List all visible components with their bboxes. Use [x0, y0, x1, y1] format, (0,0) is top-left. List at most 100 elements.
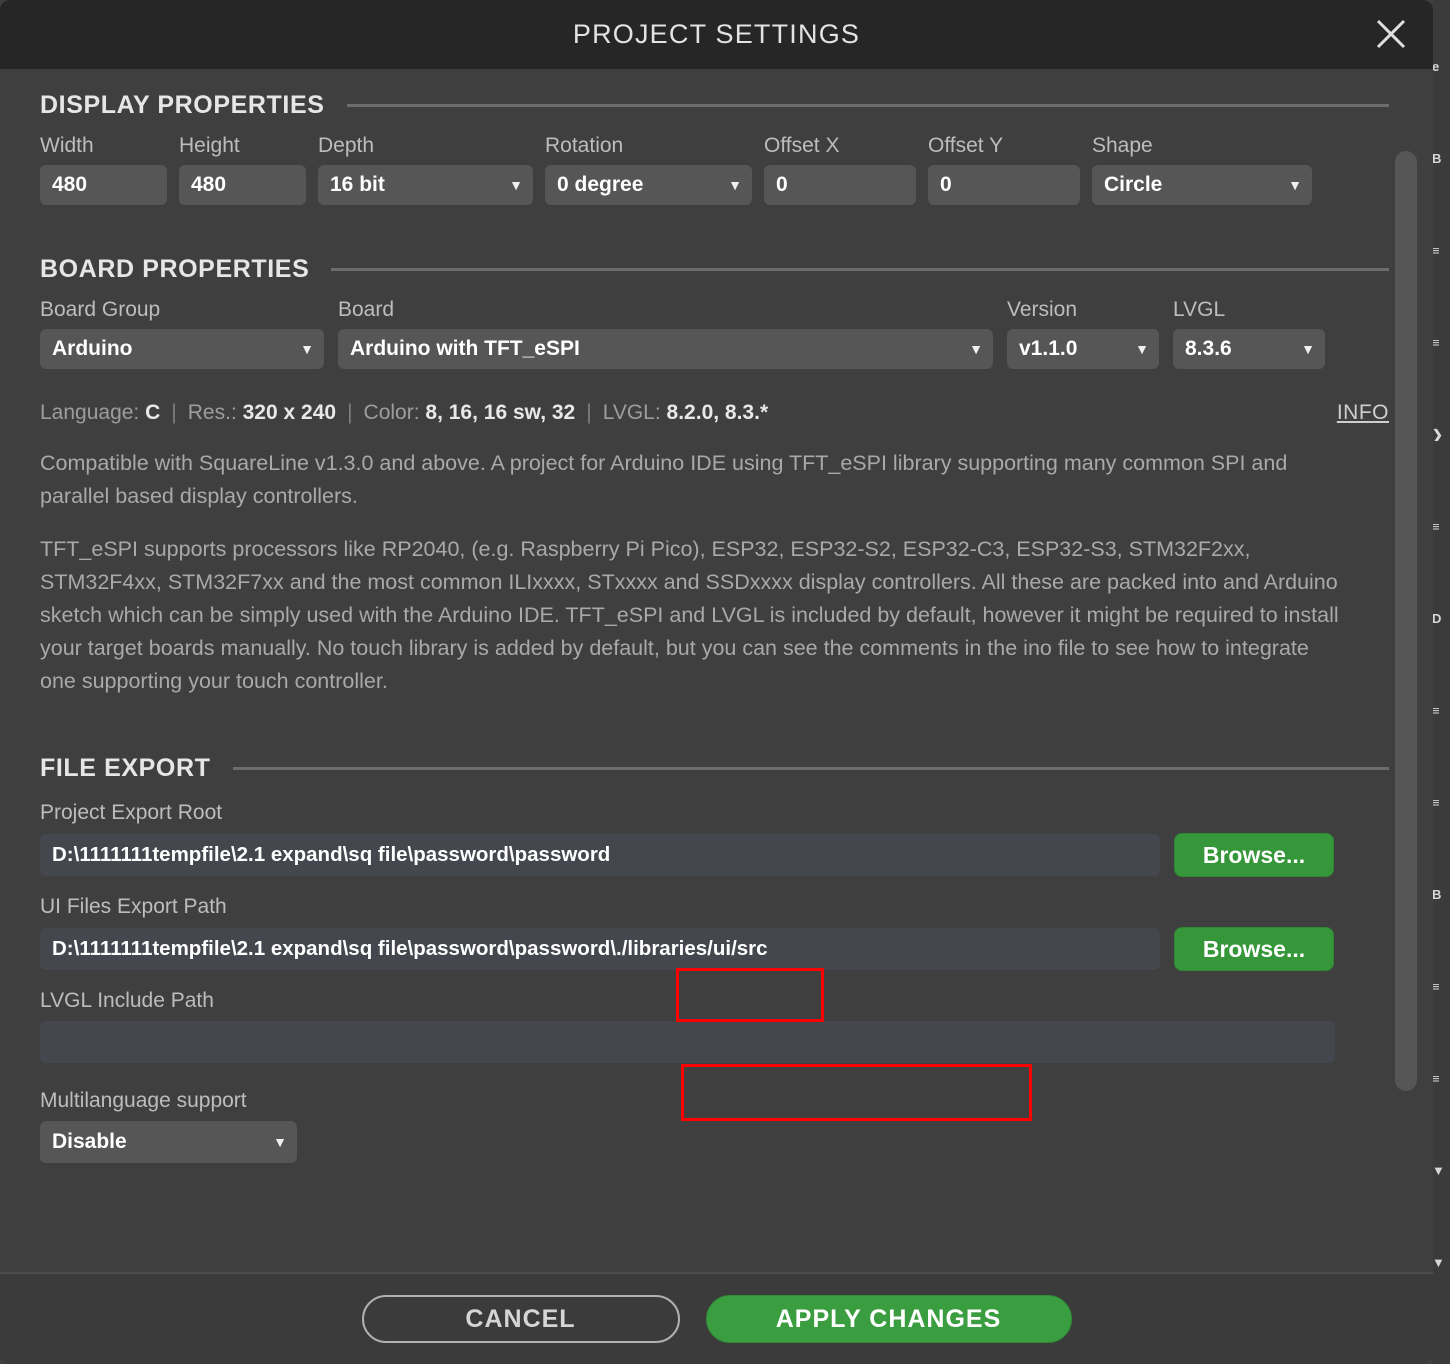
- board-group-select[interactable]: Arduino ▼: [40, 329, 324, 369]
- display-properties-title: DISPLAY PROPERTIES: [40, 91, 325, 119]
- offset-y-input[interactable]: 0: [928, 165, 1080, 205]
- cancel-button[interactable]: CANCEL: [361, 1295, 680, 1343]
- board-description-paragraph-2: TFT_eSPI supports processors like RP2040…: [40, 537, 1339, 693]
- field-board-group: Board Group Arduino ▼: [40, 298, 324, 369]
- settings-scrollbar-track[interactable]: [1395, 77, 1425, 1264]
- shape-select[interactable]: Circle ▼: [1092, 165, 1312, 205]
- offset-y-value: 0: [940, 173, 952, 196]
- field-rotation: Rotation 0 degree ▼: [545, 134, 752, 205]
- dialog-titlebar: PROJECT SETTINGS: [0, 0, 1433, 69]
- lvgl-include-path-label: LVGL Include Path: [40, 989, 214, 1012]
- offset-x-input[interactable]: 0: [764, 165, 916, 205]
- field-offset-y-label: Offset Y: [928, 134, 1004, 157]
- board-properties-title: BOARD PROPERTIES: [40, 255, 310, 283]
- depth-value: 16 bit: [330, 173, 385, 196]
- background-app-right-edge: e B ≡ ≡ ❯ ≡ D ≡ ≡ B ≡ ≡ ▼ ▼: [1432, 0, 1450, 1364]
- ui-files-export-path-value: D:\1111111tempfile\2.1 expand\sq file\pa…: [52, 937, 768, 960]
- field-depth-label: Depth: [318, 134, 375, 157]
- meta-separator: |: [171, 401, 177, 424]
- field-offset-x-label: Offset X: [764, 134, 840, 157]
- height-input[interactable]: 480: [179, 165, 306, 205]
- background-app-glyph: ▼: [1432, 1164, 1445, 1177]
- project-export-root-label: Project Export Root: [40, 801, 223, 824]
- dialog-title: PROJECT SETTINGS: [572, 19, 861, 49]
- lvgl-version-select[interactable]: 8.3.6 ▼: [1173, 329, 1325, 369]
- meta-language-value: C: [145, 401, 161, 424]
- background-app-glyph: ≡: [1432, 704, 1440, 717]
- background-app-glyph: ≡: [1432, 520, 1440, 533]
- settings-scrollbar-thumb[interactable]: [1395, 151, 1417, 1091]
- file-export-header: FILE EXPORT: [40, 754, 1389, 783]
- lvgl-version-value: 8.3.6: [1185, 337, 1232, 360]
- field-shape-label: Shape: [1092, 134, 1153, 157]
- background-app-glyph: e: [1432, 60, 1440, 73]
- meta-lvgl-value: 8.2.0, 8.3.*: [666, 401, 769, 424]
- settings-scroll-area: DISPLAY PROPERTIES Width 480 Height 480: [0, 69, 1433, 1272]
- apply-changes-button[interactable]: APPLY CHANGES: [705, 1295, 1072, 1343]
- meta-res-value: 320 x 240: [242, 401, 337, 424]
- background-app-glyph: ≡: [1432, 244, 1440, 257]
- meta-res-key: Res.:: [187, 401, 237, 424]
- display-properties-header: DISPLAY PROPERTIES: [40, 91, 1389, 120]
- chevron-down-icon: ▼: [1288, 177, 1302, 193]
- background-app-glyph: B: [1432, 888, 1442, 901]
- field-lvgl-version: LVGL 8.3.6 ▼: [1173, 298, 1325, 369]
- board-properties-fields: Board Group Arduino ▼ Board Arduino with…: [40, 298, 1389, 369]
- chevron-down-icon: ▼: [509, 177, 523, 193]
- field-shape: Shape Circle ▼: [1092, 134, 1312, 205]
- ui-files-export-path-label: UI Files Export Path: [40, 895, 227, 918]
- browse-project-export-root-button[interactable]: Browse...: [1174, 833, 1334, 877]
- meta-separator: |: [586, 401, 592, 424]
- close-icon[interactable]: [1365, 8, 1417, 60]
- ui-files-export-path-row: D:\1111111tempfile\2.1 expand\sq file\pa…: [40, 927, 1389, 971]
- lvgl-include-path-input[interactable]: [40, 1021, 1335, 1063]
- chevron-down-icon: ▼: [1301, 341, 1315, 357]
- field-lvgl-version-label: LVGL: [1173, 298, 1226, 321]
- field-height: Height 480: [179, 134, 306, 205]
- board-group-value: Arduino: [52, 337, 133, 360]
- version-value: v1.1.0: [1019, 337, 1078, 360]
- width-input[interactable]: 480: [40, 165, 167, 205]
- field-offset-y: Offset Y 0: [928, 134, 1080, 205]
- background-app-glyph: ≡: [1432, 796, 1440, 809]
- background-app-glyph: ≡: [1432, 336, 1440, 349]
- background-app-glyph: ▼: [1432, 1256, 1445, 1269]
- info-link[interactable]: INFO: [1337, 401, 1389, 425]
- field-rotation-label: Rotation: [545, 134, 624, 157]
- meta-color-value: 8, 16, 16 sw, 32: [425, 401, 576, 424]
- lvgl-include-path-row: [40, 1021, 1389, 1063]
- depth-select[interactable]: 16 bit ▼: [318, 165, 533, 205]
- field-width-label: Width: [40, 134, 94, 157]
- project-export-root-value: D:\1111111tempfile\2.1 expand\sq file\pa…: [52, 843, 611, 866]
- field-board-group-label: Board Group: [40, 298, 161, 321]
- section-divider: [346, 104, 1389, 107]
- board-properties-header: BOARD PROPERTIES: [40, 255, 1389, 284]
- section-divider: [232, 767, 1389, 770]
- field-version: Version v1.1.0 ▼: [1007, 298, 1159, 369]
- board-value: Arduino with TFT_eSPI: [350, 337, 580, 360]
- ui-files-export-path-input[interactable]: D:\1111111tempfile\2.1 expand\sq file\pa…: [40, 928, 1160, 970]
- chevron-down-icon: ▼: [728, 177, 742, 193]
- display-properties-fields: Width 480 Height 480 Depth 16 bit ▼ Rota…: [40, 134, 1389, 205]
- offset-x-value: 0: [776, 173, 788, 196]
- background-app-glyph: B: [1432, 152, 1442, 165]
- version-select[interactable]: v1.1.0 ▼: [1007, 329, 1159, 369]
- project-export-root-input[interactable]: D:\1111111tempfile\2.1 expand\sq file\pa…: [40, 834, 1160, 876]
- field-width: Width 480: [40, 134, 167, 205]
- rotation-select[interactable]: 0 degree ▼: [545, 165, 752, 205]
- chevron-down-icon: ▼: [300, 341, 314, 357]
- height-value: 480: [191, 173, 227, 196]
- project-export-root-block: Project Export Root D:\1111111tempfile\2…: [40, 801, 1389, 877]
- meta-lvgl-key: LVGL:: [602, 401, 661, 424]
- field-depth: Depth 16 bit ▼: [318, 134, 533, 205]
- browse-ui-files-export-path-button[interactable]: Browse...: [1174, 927, 1334, 971]
- width-value: 480: [52, 173, 88, 196]
- board-select[interactable]: Arduino with TFT_eSPI ▼: [338, 329, 993, 369]
- field-height-label: Height: [179, 134, 240, 157]
- chevron-down-icon: ▼: [273, 1134, 287, 1150]
- project-settings-dialog: PROJECT SETTINGS DISPLAY PROPERTIES Widt…: [0, 0, 1433, 1364]
- field-board-label: Board: [338, 298, 395, 321]
- background-app-glyph: ❯: [1432, 428, 1443, 441]
- background-app-glyph: D: [1432, 612, 1442, 625]
- multilanguage-support-select[interactable]: Disable ▼: [40, 1121, 297, 1163]
